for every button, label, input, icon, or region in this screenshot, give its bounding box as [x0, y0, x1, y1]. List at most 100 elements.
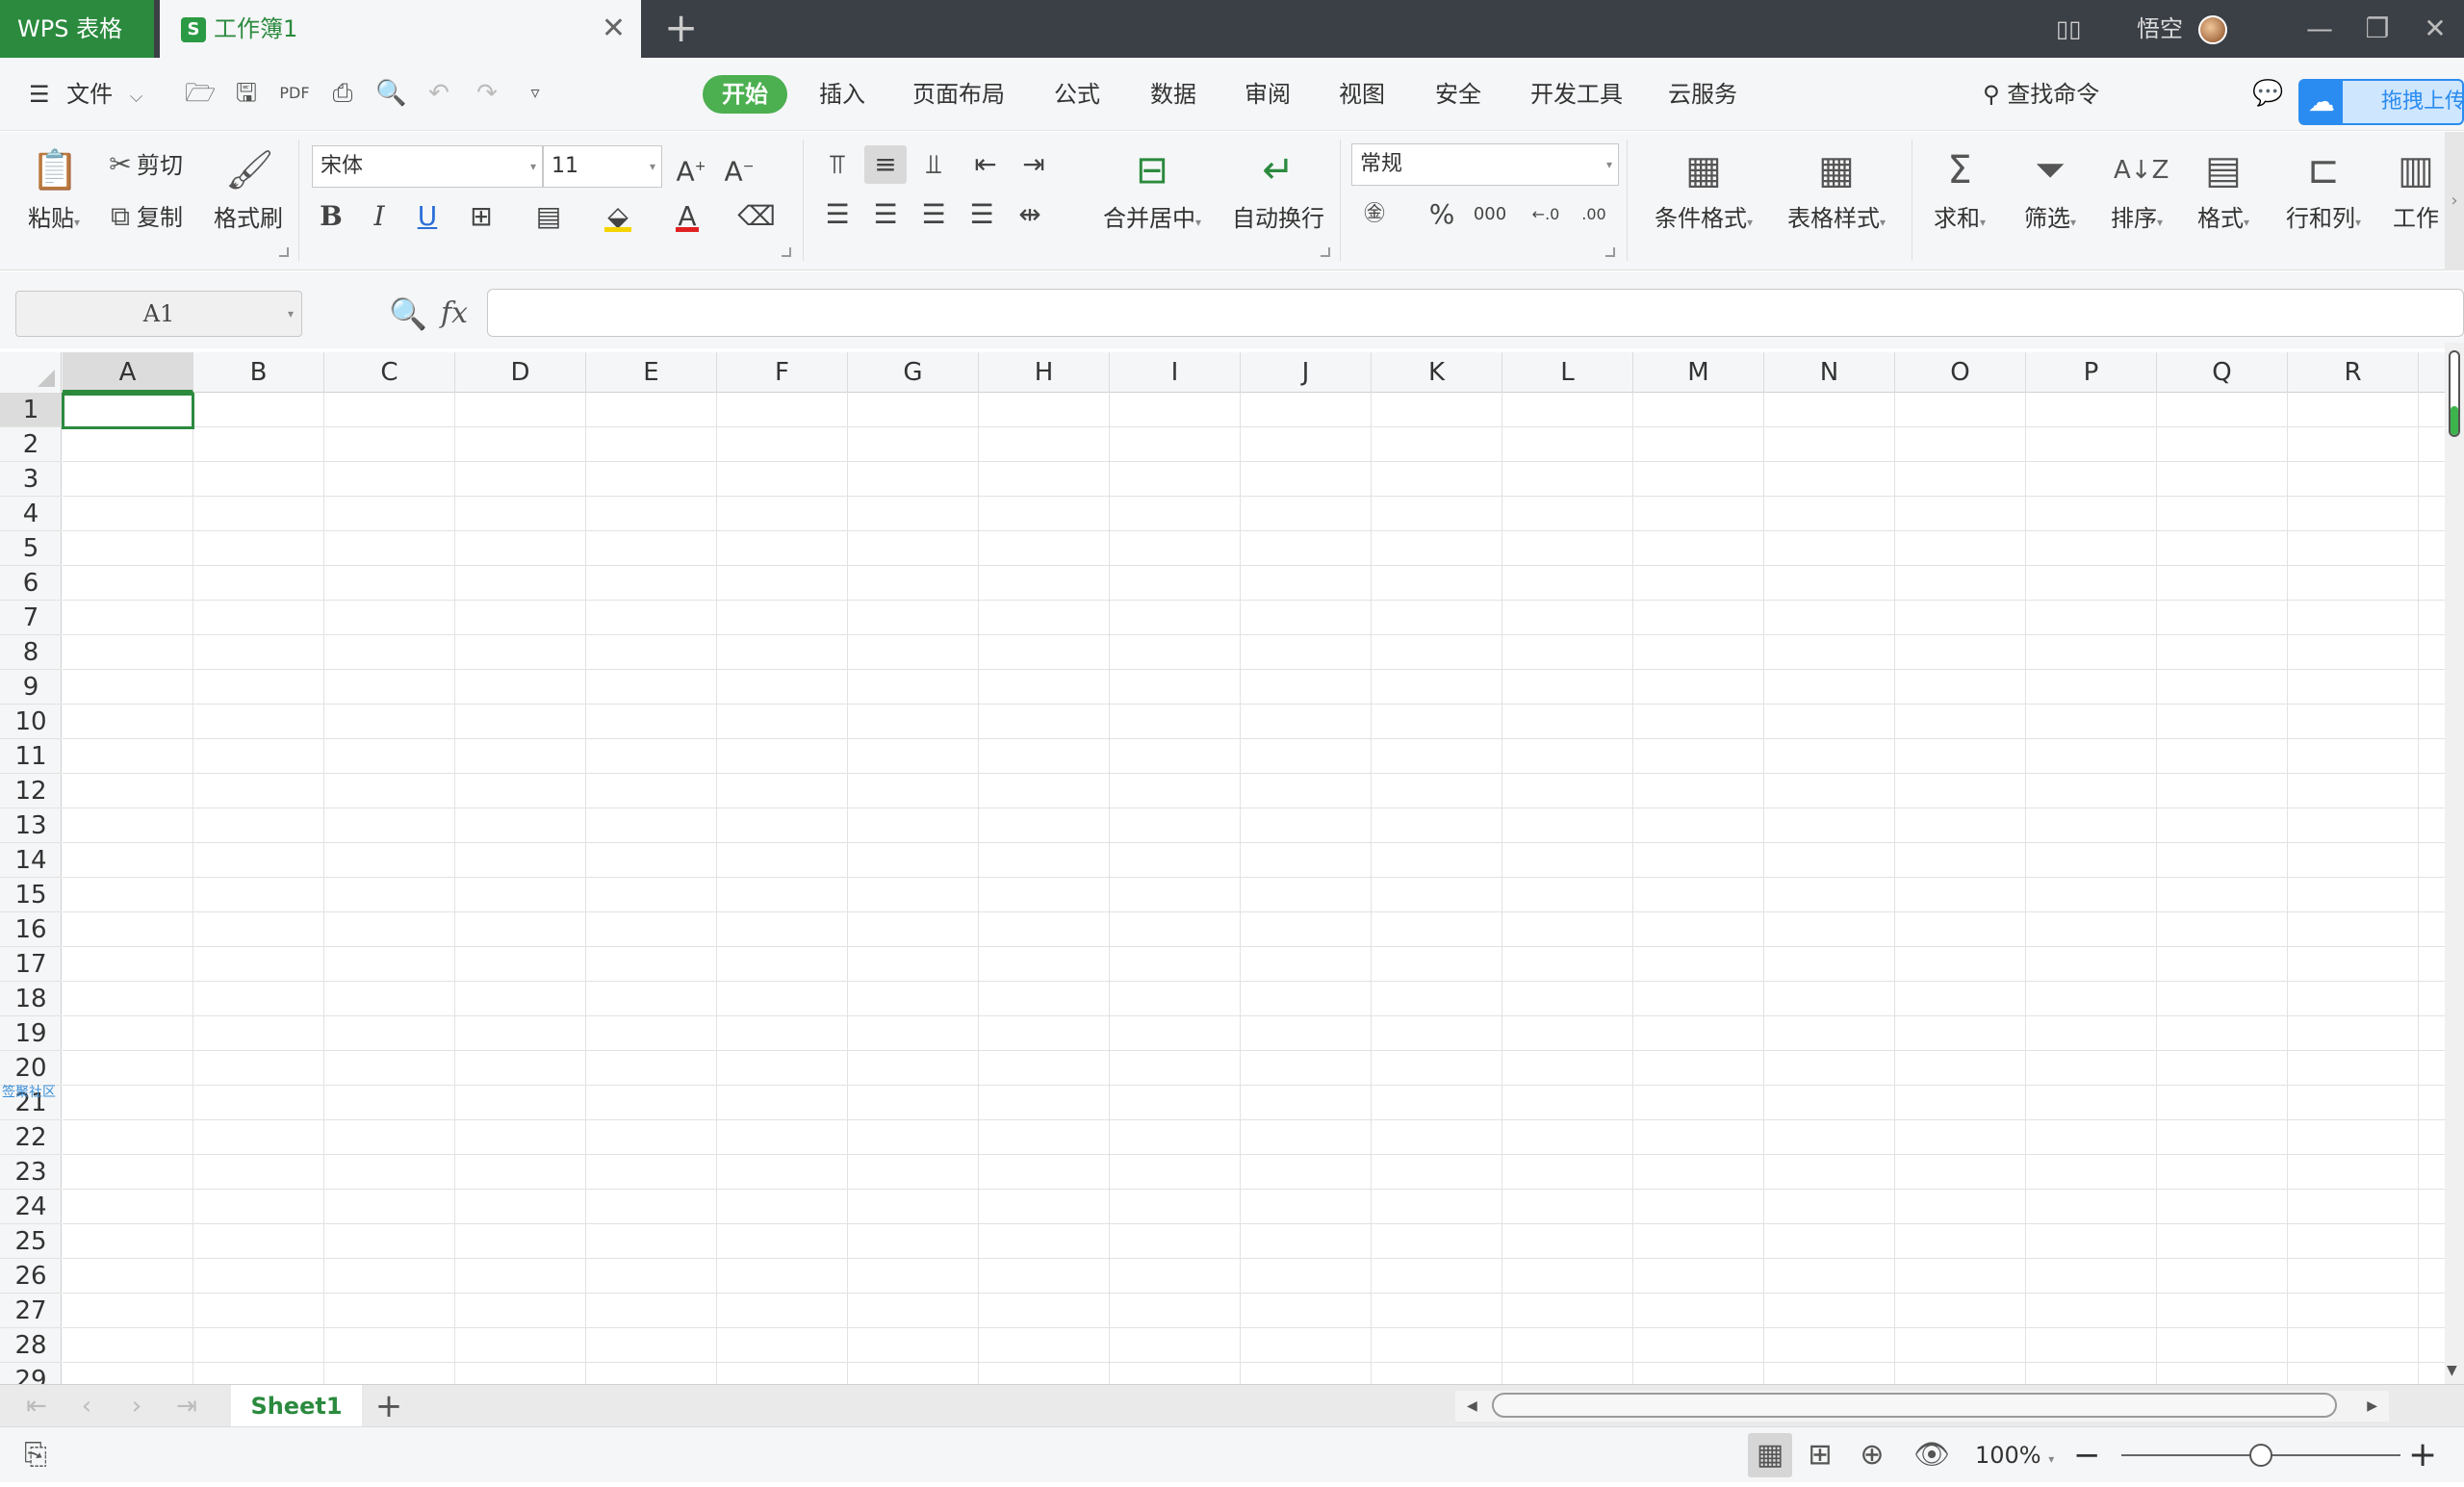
- row-header-4[interactable]: 4: [0, 497, 62, 531]
- page-break-view-icon[interactable]: ⊞: [1798, 1433, 1842, 1477]
- underline-icon[interactable]: U: [406, 197, 449, 236]
- tab-security[interactable]: 安全: [1424, 75, 1492, 114]
- font-color-icon[interactable]: A: [666, 197, 708, 236]
- merge-center-button[interactable]: ⊟ 合并居中▾: [1088, 138, 1217, 233]
- insert-function-fx[interactable]: fx: [441, 293, 468, 335]
- row-header-28[interactable]: 28: [0, 1328, 62, 1363]
- clear-format-eraser-icon[interactable]: ⌫: [735, 197, 778, 236]
- cut-button[interactable]: ✂ 剪切: [104, 145, 183, 185]
- decrease-indent-icon[interactable]: ⇤: [964, 145, 1007, 184]
- row-header-16[interactable]: 16: [0, 912, 62, 947]
- bold-icon[interactable]: B: [310, 197, 352, 236]
- sort-button[interactable]: A↓Z 排序▾: [2098, 138, 2175, 233]
- row-header-19[interactable]: 19: [0, 1016, 62, 1051]
- tab-cloud-services[interactable]: 云服务: [1659, 75, 1746, 114]
- increase-font-icon[interactable]: A+: [670, 147, 712, 187]
- italic-icon[interactable]: I: [358, 197, 400, 236]
- tab-developer[interactable]: 开发工具: [1523, 75, 1630, 114]
- table-style-button[interactable]: ▦ 表格样式▾: [1771, 138, 1902, 233]
- column-header-i[interactable]: I: [1110, 352, 1241, 393]
- tab-home[interactable]: 开始: [703, 75, 787, 114]
- new-tab-button[interactable]: +: [664, 6, 698, 50]
- row-header-2[interactable]: 2: [0, 427, 62, 462]
- currency-yuan-icon[interactable]: ㊎: [1353, 195, 1396, 234]
- row-header-27[interactable]: 27: [0, 1294, 62, 1328]
- row-header-10[interactable]: 10: [0, 705, 62, 739]
- column-header-e[interactable]: E: [586, 352, 717, 393]
- row-header-15[interactable]: 15: [0, 878, 62, 912]
- window-close-icon[interactable]: ✕: [2406, 0, 2464, 58]
- fill-color-icon[interactable]: ⬙: [597, 197, 639, 236]
- cloud-upload-button[interactable]: ☁ 拖拽上传: [2298, 79, 2464, 125]
- tab-data[interactable]: 数据: [1140, 75, 1207, 114]
- user-avatar[interactable]: [2198, 15, 2227, 44]
- row-header-11[interactable]: 11: [0, 739, 62, 774]
- row-header-17[interactable]: 17: [0, 947, 62, 982]
- row-header-7[interactable]: 7: [0, 601, 62, 635]
- column-header-h[interactable]: H: [979, 352, 1110, 393]
- name-box[interactable]: A1 ▾: [15, 291, 302, 337]
- align-bottom-icon[interactable]: ⫫: [912, 145, 955, 184]
- tab-insert[interactable]: 插入: [808, 75, 876, 114]
- user-name[interactable]: 悟空: [2137, 0, 2183, 58]
- cell-area[interactable]: [63, 393, 2445, 1384]
- column-header-c[interactable]: C: [324, 352, 455, 393]
- column-header-q[interactable]: Q: [2157, 352, 2288, 393]
- justify-icon[interactable]: ☰: [961, 195, 1003, 234]
- document-tab[interactable]: S 工作簿1 ✕: [160, 0, 641, 58]
- close-tab-icon[interactable]: ✕: [602, 12, 626, 46]
- row-header-20[interactable]: 20: [0, 1051, 62, 1086]
- row-header-9[interactable]: 9: [0, 670, 62, 705]
- percent-icon[interactable]: %: [1421, 195, 1463, 234]
- row-header-12[interactable]: 12: [0, 774, 62, 808]
- open-folder-icon[interactable]: 🗁: [185, 77, 216, 110]
- add-sheet-icon[interactable]: +: [370, 1385, 408, 1427]
- print-icon[interactable]: ⎙: [327, 77, 358, 110]
- row-header-26[interactable]: 26: [0, 1259, 62, 1294]
- column-header-a[interactable]: A: [63, 352, 193, 393]
- redo-icon[interactable]: ↷: [472, 77, 502, 110]
- align-top-icon[interactable]: ⫪: [816, 145, 859, 184]
- zoom-slider-knob[interactable]: [2249, 1444, 2272, 1467]
- page-layout-view-icon[interactable]: ⊕: [1850, 1433, 1894, 1477]
- macro-record-icon[interactable]: ⎘: [13, 1433, 58, 1477]
- prev-sheet-icon[interactable]: ‹: [67, 1385, 106, 1427]
- alignment-dialog-launcher[interactable]: [1321, 247, 1330, 257]
- wrap-text-button[interactable]: ↵ 自动换行: [1220, 138, 1336, 233]
- number-format-select[interactable]: 常规 ▾: [1351, 143, 1619, 186]
- row-header-3[interactable]: 3: [0, 462, 62, 497]
- formula-input[interactable]: [487, 289, 2464, 337]
- row-header-24[interactable]: 24: [0, 1190, 62, 1224]
- column-header-o[interactable]: O: [1895, 352, 2026, 393]
- paste-button[interactable]: 📋 粘贴▾: [13, 138, 94, 233]
- row-header-25[interactable]: 25: [0, 1224, 62, 1259]
- next-sheet-icon[interactable]: ›: [117, 1385, 156, 1427]
- app-name-tab[interactable]: WPS 表格: [0, 0, 154, 58]
- conditional-format-button[interactable]: ▦ 条件格式▾: [1638, 138, 1769, 233]
- align-middle-icon[interactable]: ≡: [864, 145, 907, 184]
- tab-page-layout[interactable]: 页面布局: [905, 75, 1013, 114]
- zoom-level[interactable]: 100% ▾: [1975, 1427, 2054, 1487]
- row-header-5[interactable]: 5: [0, 531, 62, 566]
- row-header-29[interactable]: 29: [0, 1363, 62, 1384]
- row-header-14[interactable]: 14: [0, 843, 62, 878]
- font-size-select[interactable]: 11 ▾: [543, 145, 662, 188]
- zoom-slider[interactable]: [2121, 1444, 2400, 1467]
- thousands-separator-icon[interactable]: 000: [1469, 195, 1511, 234]
- rows-columns-button[interactable]: ⊏ 行和列▾: [2273, 138, 2374, 233]
- print-preview-icon[interactable]: 🔍: [375, 77, 406, 110]
- column-header-j[interactable]: J: [1241, 352, 1372, 393]
- tab-view[interactable]: 视图: [1328, 75, 1396, 114]
- minimize-icon[interactable]: —: [2291, 0, 2348, 58]
- row-header-8[interactable]: 8: [0, 635, 62, 670]
- column-header-f[interactable]: F: [717, 352, 848, 393]
- customize-toolbar-icon[interactable]: ▿: [520, 77, 551, 110]
- row-header-22[interactable]: 22: [0, 1120, 62, 1155]
- row-header-13[interactable]: 13: [0, 808, 62, 843]
- column-header-k[interactable]: K: [1372, 352, 1502, 393]
- zoom-in-icon[interactable]: +: [2408, 1427, 2437, 1483]
- save-icon[interactable]: 🖫: [231, 77, 262, 110]
- format-button[interactable]: ▤ 格式▾: [2185, 138, 2262, 233]
- decrease-decimal-icon[interactable]: .00: [1573, 195, 1615, 234]
- scroll-left-arrow-icon[interactable]: ◀: [1467, 1391, 1477, 1422]
